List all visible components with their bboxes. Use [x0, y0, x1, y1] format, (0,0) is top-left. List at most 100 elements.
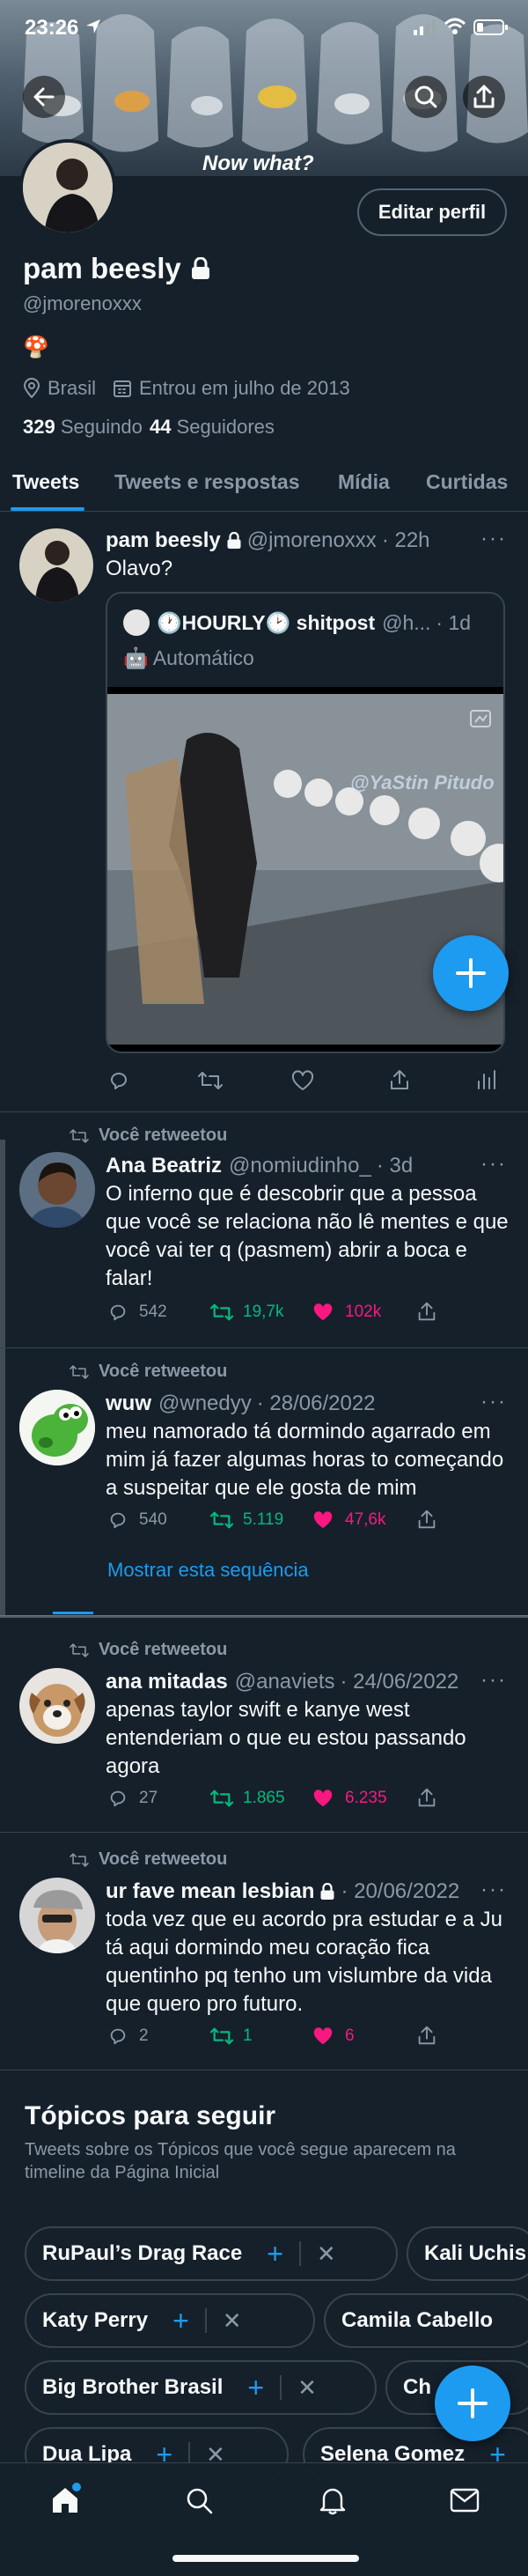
topic-chip[interactable]: Camila Cabello	[324, 2293, 528, 2348]
topic-chip-label: Katy Perry	[42, 2308, 149, 2332]
tweet-actions: 2 1 6	[107, 2026, 442, 2052]
more-options-icon[interactable]: ···	[480, 1878, 507, 1902]
dismiss-topic-icon[interactable]: ✕	[297, 2374, 317, 2402]
chip-separator	[298, 2241, 301, 2266]
tweet-avatar[interactable]	[19, 1668, 95, 1744]
tweet-divider	[0, 1111, 528, 1112]
compose-tweet-button[interactable]	[435, 2366, 510, 2441]
topic-chip-label: Ch	[403, 2375, 431, 2399]
followers-count: 44	[150, 416, 172, 438]
share-icon[interactable]	[387, 1067, 412, 1092]
status-time: 23:26	[25, 16, 79, 40]
share-button[interactable]	[415, 1786, 438, 1809]
topic-chip-label: RuPaul’s Drag Race	[42, 2241, 243, 2265]
tweet-avatar[interactable]	[19, 528, 93, 602]
reply-button[interactable]: 2	[107, 2026, 149, 2047]
tweet-author-handle: @anaviets	[234, 1670, 335, 1694]
follow-topic-icon[interactable]: +	[267, 2238, 283, 2270]
show-thread-link[interactable]: Mostrar esta sequência	[107, 1559, 309, 1582]
topic-chip[interactable]: Katy Perry + ✕	[25, 2293, 315, 2348]
bottom-nav	[0, 2462, 528, 2576]
retweet-button[interactable]: 1.865	[209, 1788, 285, 1809]
share-button[interactable]	[415, 1300, 438, 1323]
reply-button[interactable]: 542	[107, 1302, 167, 1323]
gif-icon[interactable]	[468, 708, 495, 731]
retweet-button[interactable]: 1	[209, 2026, 253, 2047]
tweet-text-line: apenas taylor swift e kanye west	[106, 1698, 410, 1722]
reply-icon[interactable]	[107, 1069, 130, 1092]
edit-profile-button[interactable]: Editar perfil	[357, 188, 507, 236]
retweet-context: Você retweetou	[69, 1126, 227, 1146]
tab-tweets-replies[interactable]: Tweets e respostas	[114, 470, 300, 494]
tab-likes[interactable]: Curtidas	[426, 470, 508, 494]
like-button[interactable]: 6.235	[312, 1788, 387, 1809]
profile-avatar[interactable]	[19, 139, 116, 236]
share-button[interactable]	[463, 76, 505, 118]
tweet-author-handle: @jmorenoxxx	[246, 528, 377, 552]
chip-separator	[204, 2308, 207, 2333]
tweet-header: ur fave mean lesbian · 20/06/2022	[106, 1879, 459, 1904]
retweet-count: 19,7k	[243, 1303, 284, 1321]
reply-button[interactable]: 27	[107, 1788, 158, 1809]
more-options-icon[interactable]: ···	[480, 527, 507, 551]
search-button[interactable]	[405, 76, 447, 118]
topic-chip[interactable]: Big Brother Brasil + ✕	[25, 2360, 377, 2415]
profile-joined: Entrou em julho de 2013	[113, 377, 350, 400]
topic-chip[interactable]: RuPaul’s Drag Race + ✕	[25, 2226, 398, 2281]
retweet-button[interactable]: 19,7k	[209, 1302, 283, 1323]
tweet-header: Ana Beatriz @nomiudinho_ · 3d	[106, 1154, 413, 1178]
dismiss-topic-icon[interactable]: ✕	[317, 2240, 336, 2268]
like-icon[interactable]	[290, 1069, 315, 1092]
nav-notifications[interactable]	[317, 2484, 348, 2516]
follow-topic-icon[interactable]: +	[247, 2372, 264, 2404]
like-button[interactable]: 102k	[312, 1302, 381, 1323]
following-link[interactable]: 329 Seguindo	[23, 416, 143, 439]
tweet-time: · 24/06/2022	[340, 1670, 459, 1694]
calendar-icon	[113, 379, 132, 398]
share-button[interactable]	[415, 1508, 438, 1531]
tweet-avatar[interactable]	[19, 1878, 95, 1953]
reply-icon	[110, 2028, 126, 2045]
tweet-text-line: quentinho pq tenho um vislumbre da vida	[106, 1964, 492, 1988]
quote-author-handle: @h...	[382, 611, 431, 634]
following-count: 329	[23, 416, 55, 438]
share-button[interactable]	[415, 2024, 438, 2047]
compose-tweet-button[interactable]	[433, 935, 509, 1011]
reply-icon	[110, 1512, 126, 1529]
retweet-small-icon	[69, 1642, 90, 1659]
quote-author-name: 🕐HOURLY🕑 shitpost	[157, 611, 376, 634]
tweet-time: · 22h	[381, 528, 430, 552]
retweet-icon[interactable]	[197, 1069, 224, 1092]
reply-count: 542	[139, 1303, 167, 1321]
thread-indicator	[53, 1612, 93, 1614]
more-options-icon[interactable]: ···	[480, 1390, 507, 1414]
like-button[interactable]: 6	[312, 2026, 355, 2047]
following-label: Seguindo	[60, 416, 143, 438]
lock-icon	[190, 257, 211, 280]
retweet-button[interactable]: 5.119	[209, 1509, 283, 1531]
location-pin-icon	[23, 378, 40, 399]
tweet-text-line: que quero pro futuro.	[106, 1992, 304, 2016]
more-options-icon[interactable]: ···	[480, 1668, 507, 1693]
like-button[interactable]: 47,6k	[312, 1509, 385, 1531]
retweet-icon	[209, 1303, 234, 1321]
quote-header: 🕐HOURLY🕑 shitpost @h... · 1d	[157, 611, 471, 635]
tweet-author-name: wuw	[106, 1391, 151, 1415]
analytics-icon[interactable]	[475, 1067, 498, 1092]
topic-chip[interactable]: Kali Uchis	[407, 2226, 528, 2281]
tab-media[interactable]: Mídia	[338, 470, 390, 494]
tweet-avatar[interactable]	[19, 1390, 95, 1465]
retweet-context: Você retweetou	[69, 1849, 227, 1870]
follow-topic-icon[interactable]: +	[172, 2305, 189, 2337]
reply-button[interactable]: 540	[107, 1509, 167, 1531]
dismiss-topic-icon[interactable]: ✕	[223, 2307, 242, 2335]
tweet-avatar[interactable]	[19, 1152, 95, 1228]
nav-messages[interactable]	[449, 2486, 480, 2514]
reply-count: 540	[139, 1510, 167, 1529]
followers-link[interactable]: 44 Seguidores	[150, 416, 275, 439]
nav-search[interactable]	[183, 2484, 215, 2516]
more-options-icon[interactable]: ···	[480, 1152, 507, 1177]
nav-home[interactable]	[49, 2483, 81, 2516]
tab-tweets[interactable]: Tweets	[12, 470, 79, 494]
back-button[interactable]	[23, 76, 65, 118]
